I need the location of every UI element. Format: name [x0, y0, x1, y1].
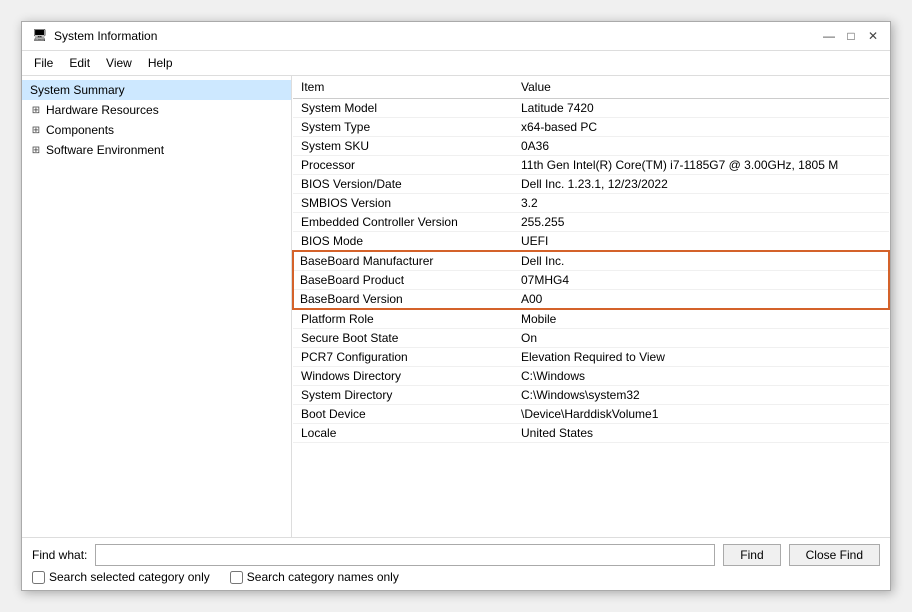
- menu-item-help[interactable]: Help: [140, 53, 181, 73]
- table-row[interactable]: BIOS ModeUEFI: [293, 232, 889, 252]
- cell-value: \Device\HarddiskVolume1: [513, 405, 889, 424]
- maximize-button[interactable]: □: [844, 29, 858, 43]
- find-bar: Find what: Find Close Find Search select…: [22, 537, 890, 590]
- window-title: System Information: [54, 29, 157, 43]
- cell-value: 255.255: [513, 213, 889, 232]
- minimize-button[interactable]: —: [822, 29, 836, 43]
- menu-item-file[interactable]: File: [26, 53, 61, 73]
- expand-icon: ⊞: [30, 145, 42, 156]
- table-row[interactable]: PCR7 ConfigurationElevation Required to …: [293, 348, 889, 367]
- cell-item: Processor: [293, 156, 513, 175]
- find-input[interactable]: [95, 544, 715, 566]
- cell-item: Platform Role: [293, 309, 513, 329]
- cell-item: System Model: [293, 99, 513, 118]
- table-row[interactable]: BaseBoard Product07MHG4: [293, 271, 889, 290]
- table-row[interactable]: System SKU0A36: [293, 137, 889, 156]
- close-find-button[interactable]: Close Find: [789, 544, 880, 566]
- search-selected-category-check[interactable]: Search selected category only: [32, 570, 210, 584]
- table-row[interactable]: Windows DirectoryC:\Windows: [293, 367, 889, 386]
- sidebar-item-components[interactable]: ⊞ Components: [22, 120, 291, 140]
- expand-icon: ⊞: [30, 125, 42, 136]
- table-row[interactable]: SMBIOS Version3.2: [293, 194, 889, 213]
- cell-value: On: [513, 329, 889, 348]
- table-row[interactable]: LocaleUnited States: [293, 424, 889, 443]
- column-item: Item: [293, 76, 513, 99]
- cell-item: Windows Directory: [293, 367, 513, 386]
- menu-bar: FileEditViewHelp: [22, 51, 890, 76]
- cell-value: United States: [513, 424, 889, 443]
- sidebar-item-software-environment[interactable]: ⊞ Software Environment: [22, 140, 291, 160]
- title-buttons: — □ ✕: [822, 29, 880, 43]
- cell-value: 11th Gen Intel(R) Core(TM) i7-1185G7 @ 3…: [513, 156, 889, 175]
- content-area: Item Value System ModelLatitude 7420Syst…: [292, 76, 890, 537]
- cell-item: SMBIOS Version: [293, 194, 513, 213]
- system-information-window: 🖥 System Information — □ ✕ FileEditViewH…: [21, 21, 891, 591]
- sidebar-item-system-summary[interactable]: System Summary: [22, 80, 291, 100]
- cell-item: BIOS Version/Date: [293, 175, 513, 194]
- cell-value: Mobile: [513, 309, 889, 329]
- sidebar-label: System Summary: [30, 83, 125, 97]
- find-button[interactable]: Find: [723, 544, 780, 566]
- table-row[interactable]: Embedded Controller Version255.255: [293, 213, 889, 232]
- find-row: Find what: Find Close Find: [32, 544, 880, 566]
- sidebar-item-hardware-resources[interactable]: ⊞ Hardware Resources: [22, 100, 291, 120]
- table-row[interactable]: Processor11th Gen Intel(R) Core(TM) i7-1…: [293, 156, 889, 175]
- table-row[interactable]: BaseBoard VersionA00: [293, 290, 889, 310]
- search-selected-checkbox[interactable]: [32, 571, 45, 584]
- search-selected-label: Search selected category only: [49, 570, 210, 584]
- menu-item-edit[interactable]: Edit: [61, 53, 98, 73]
- find-label: Find what:: [32, 548, 87, 562]
- table-row[interactable]: BaseBoard ManufacturerDell Inc.: [293, 251, 889, 271]
- expand-icon: ⊞: [30, 105, 42, 116]
- cell-value: Dell Inc.: [513, 251, 889, 271]
- cell-item: Boot Device: [293, 405, 513, 424]
- cell-value: C:\Windows\system32: [513, 386, 889, 405]
- cell-item: BaseBoard Version: [293, 290, 513, 310]
- cell-item: Embedded Controller Version: [293, 213, 513, 232]
- cell-item: Secure Boot State: [293, 329, 513, 348]
- table-row[interactable]: System ModelLatitude 7420: [293, 99, 889, 118]
- cell-value: C:\Windows: [513, 367, 889, 386]
- main-content: System Summary ⊞ Hardware Resources ⊞ Co…: [22, 76, 890, 537]
- table-row[interactable]: Boot Device\Device\HarddiskVolume1: [293, 405, 889, 424]
- sidebar: System Summary ⊞ Hardware Resources ⊞ Co…: [22, 76, 292, 537]
- cell-value: 0A36: [513, 137, 889, 156]
- cell-value: Dell Inc. 1.23.1, 12/23/2022: [513, 175, 889, 194]
- cell-value: Latitude 7420: [513, 99, 889, 118]
- cell-item: BaseBoard Product: [293, 271, 513, 290]
- cell-value: UEFI: [513, 232, 889, 252]
- cell-value: A00: [513, 290, 889, 310]
- sidebar-label: Hardware Resources: [46, 103, 159, 117]
- sidebar-label: Components: [46, 123, 114, 137]
- cell-value: 3.2: [513, 194, 889, 213]
- table-row[interactable]: System Typex64-based PC: [293, 118, 889, 137]
- column-value: Value: [513, 76, 889, 99]
- table-row[interactable]: Platform RoleMobile: [293, 309, 889, 329]
- table-row[interactable]: Secure Boot StateOn: [293, 329, 889, 348]
- cell-item: BIOS Mode: [293, 232, 513, 252]
- table-container[interactable]: Item Value System ModelLatitude 7420Syst…: [292, 76, 890, 537]
- sidebar-label: Software Environment: [46, 143, 164, 157]
- search-names-checkbox[interactable]: [230, 571, 243, 584]
- cell-value: Elevation Required to View: [513, 348, 889, 367]
- table-row[interactable]: BIOS Version/DateDell Inc. 1.23.1, 12/23…: [293, 175, 889, 194]
- search-names-label: Search category names only: [247, 570, 399, 584]
- menu-item-view[interactable]: View: [98, 53, 140, 73]
- title-bar-left: 🖥 System Information: [32, 28, 157, 44]
- window-icon: 🖥: [32, 28, 48, 44]
- cell-item: BaseBoard Manufacturer: [293, 251, 513, 271]
- cell-value: x64-based PC: [513, 118, 889, 137]
- table-row[interactable]: System DirectoryC:\Windows\system32: [293, 386, 889, 405]
- close-button[interactable]: ✕: [866, 29, 880, 43]
- cell-item: System Directory: [293, 386, 513, 405]
- cell-item: Locale: [293, 424, 513, 443]
- info-table: Item Value System ModelLatitude 7420Syst…: [292, 76, 890, 443]
- cell-item: System Type: [293, 118, 513, 137]
- search-category-names-check[interactable]: Search category names only: [230, 570, 399, 584]
- title-bar: 🖥 System Information — □ ✕: [22, 22, 890, 51]
- cell-item: System SKU: [293, 137, 513, 156]
- cell-value: 07MHG4: [513, 271, 889, 290]
- cell-item: PCR7 Configuration: [293, 348, 513, 367]
- checkbox-row: Search selected category only Search cat…: [32, 570, 880, 584]
